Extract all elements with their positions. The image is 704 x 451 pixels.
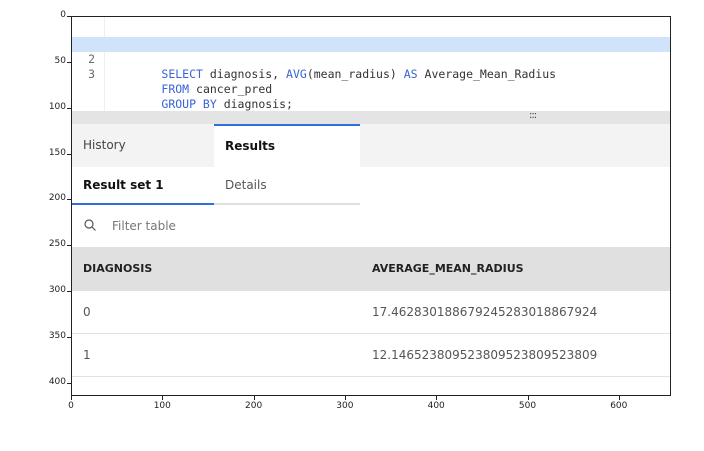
- x-tick: [527, 396, 529, 400]
- y-tick: [67, 16, 71, 17]
- x-tick-label: 300: [336, 401, 354, 411]
- column-header-diagnosis[interactable]: DIAGNOSIS: [83, 247, 152, 291]
- x-tick-label: 600: [610, 401, 628, 411]
- x-tick-label: 500: [518, 401, 537, 411]
- results-tabs: History Results: [72, 124, 670, 167]
- column-header-average-mean-radius[interactable]: AVERAGE_MEAN_RADIUS: [372, 247, 524, 291]
- y-tick: [67, 245, 71, 247]
- x-tick-label: 100: [153, 401, 171, 411]
- y-tick-label: 200: [48, 193, 66, 204]
- y-tick: [67, 336, 71, 338]
- pane-splitter[interactable]: :::: [72, 110, 670, 124]
- x-tick: [344, 396, 346, 400]
- y-tick-label: 150: [48, 147, 66, 158]
- keyword: AS: [403, 67, 418, 81]
- subtab-details[interactable]: Details: [214, 167, 360, 205]
- subtab-result-set-1[interactable]: Result set 1: [72, 167, 214, 205]
- table-header: DIAGNOSIS AVERAGE_MEAN_RADIUS: [72, 247, 670, 291]
- tab-results[interactable]: Results: [214, 124, 360, 167]
- code-line-3[interactable]: 3 GROUP BY diagnosis;: [72, 52, 670, 111]
- code-token: (mean_radius): [306, 67, 404, 81]
- x-tick: [162, 396, 164, 400]
- filter-table-input[interactable]: [110, 215, 414, 237]
- table-row[interactable]: 1 12.146523809523809523809523809: [72, 334, 670, 377]
- line-number: 3: [88, 67, 95, 81]
- x-tick-label: 0: [68, 401, 74, 411]
- code-token: diagnosis;: [216, 97, 293, 111]
- cell-average-mean-radius: 17.462830188679245283018867924: [372, 305, 598, 319]
- x-tick: [436, 396, 438, 400]
- y-tick-label: 350: [48, 330, 66, 341]
- y-tick: [67, 61, 71, 63]
- y-tick: [67, 291, 71, 293]
- tab-history[interactable]: History: [72, 124, 214, 167]
- y-tick-label: 300: [48, 285, 66, 296]
- cell-diagnosis: 0: [83, 305, 91, 319]
- keyword: AVG: [286, 67, 307, 81]
- cell-average-mean-radius: 12.146523809523809523809523809: [372, 348, 598, 362]
- keyword: GROUP BY: [161, 97, 217, 111]
- code-token: Average_Mean_Radius: [417, 67, 557, 81]
- x-tick-label: 400: [427, 401, 445, 411]
- drag-handle-icon[interactable]: :::: [529, 110, 537, 121]
- table-row[interactable]: 0 17.462830188679245283018867924: [72, 291, 670, 334]
- filter-bar: [72, 205, 670, 245]
- x-tick: [71, 396, 72, 400]
- y-tick-label: 250: [48, 239, 66, 250]
- code-line-2[interactable]: 2 FROM cancer_pred: [72, 37, 670, 96]
- x-tick-label: 200: [245, 401, 263, 411]
- cell-diagnosis: 1: [83, 348, 91, 362]
- y-tick-label: 100: [48, 101, 66, 112]
- y-tick: [67, 153, 71, 155]
- y-tick: [67, 382, 71, 384]
- y-tick: [67, 199, 71, 201]
- y-tick-label: 0: [60, 10, 66, 20]
- result-subtabs: Result set 1 Details: [72, 167, 360, 205]
- x-tick: [618, 396, 620, 400]
- y-tick-label: 50: [54, 55, 66, 66]
- screenshot-frame: 1 SELECT diagnosis, AVG(mean_radius) AS …: [71, 16, 671, 396]
- code-line-1[interactable]: 1 SELECT diagnosis, AVG(mean_radius) AS …: [72, 22, 670, 81]
- search-icon: [84, 219, 96, 231]
- y-tick-label: 400: [48, 376, 66, 387]
- sql-editor[interactable]: 1 SELECT diagnosis, AVG(mean_radius) AS …: [72, 17, 670, 111]
- y-tick: [67, 107, 71, 109]
- x-tick: [253, 396, 255, 400]
